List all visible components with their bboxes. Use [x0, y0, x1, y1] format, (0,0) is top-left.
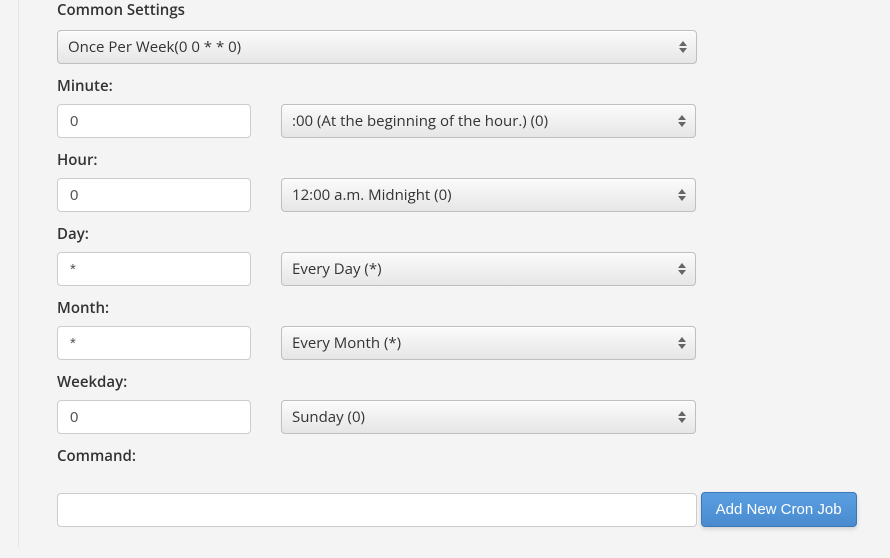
command-label: Command:	[57, 446, 876, 466]
day-label: Day:	[57, 224, 876, 244]
minute-select-value: :00 (At the beginning of the hour.) (0)	[292, 111, 548, 131]
common-settings-select-value: Once Per Week(0 0 * * 0)	[68, 37, 241, 57]
hour-label: Hour:	[57, 150, 876, 170]
hour-select[interactable]: 12:00 a.m. Midnight (0)	[281, 178, 696, 212]
minute-input[interactable]	[57, 104, 251, 138]
month-label: Month:	[57, 298, 876, 318]
day-select-value: Every Day (*)	[292, 259, 382, 279]
command-input[interactable]	[57, 493, 697, 527]
add-cron-job-button[interactable]: Add New Cron Job	[701, 492, 857, 527]
month-input[interactable]	[57, 326, 251, 360]
weekday-label: Weekday:	[57, 372, 876, 392]
common-settings-heading: Common Settings	[57, 0, 876, 20]
weekday-select[interactable]: Sunday (0)	[281, 400, 696, 434]
weekday-input[interactable]	[57, 400, 251, 434]
hour-input[interactable]	[57, 178, 251, 212]
hour-select-value: 12:00 a.m. Midnight (0)	[292, 185, 452, 205]
common-settings-select[interactable]: Once Per Week(0 0 * * 0)	[57, 30, 697, 64]
day-select[interactable]: Every Day (*)	[281, 252, 696, 286]
day-input[interactable]	[57, 252, 251, 286]
weekday-select-value: Sunday (0)	[292, 407, 365, 427]
minute-select[interactable]: :00 (At the beginning of the hour.) (0)	[281, 104, 696, 138]
minute-label: Minute:	[57, 76, 876, 96]
month-select[interactable]: Every Month (*)	[281, 326, 696, 360]
month-select-value: Every Month (*)	[292, 333, 401, 353]
